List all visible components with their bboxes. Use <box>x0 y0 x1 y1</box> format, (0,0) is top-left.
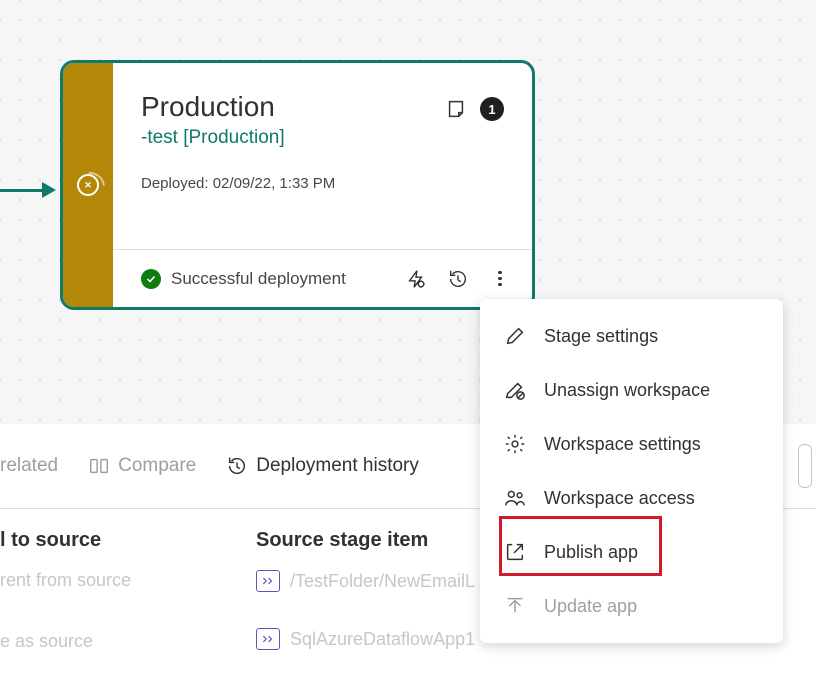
deployment-rules-button[interactable] <box>404 267 428 291</box>
people-icon <box>504 487 526 509</box>
workspace-name[interactable]: -test [Production] <box>141 127 444 149</box>
upload-icon <box>504 595 526 617</box>
source-item-name: /TestFolder/NewEmailL <box>290 571 475 592</box>
compare-row: e as source <box>0 631 240 652</box>
menu-label: Workspace settings <box>544 434 701 455</box>
dataflow-icon <box>256 570 280 592</box>
stage-connector-arrow <box>0 184 58 196</box>
source-item-name: SqlAzureDataflowApp1 <box>290 629 475 650</box>
menu-item-stage-settings[interactable]: Stage settings <box>480 309 783 363</box>
pencil-icon <box>504 325 526 347</box>
stage-card-sidebar <box>63 63 113 307</box>
items-count-badge[interactable]: 1 <box>480 97 504 121</box>
compare-row: rent from source <box>0 570 240 591</box>
unassign-icon <box>504 379 526 401</box>
toolbar-deployment-history[interactable]: Deployment history <box>226 455 419 477</box>
column-header-left: l to source <box>0 529 240 552</box>
open-external-icon <box>504 541 526 563</box>
menu-label: Workspace access <box>544 488 695 509</box>
deployment-history-icon[interactable] <box>446 267 470 291</box>
toolbar-button-partial[interactable] <box>798 444 812 488</box>
menu-label: Publish app <box>544 542 638 563</box>
menu-item-workspace-access[interactable]: Workspace access <box>480 471 783 525</box>
success-icon <box>141 269 161 289</box>
menu-item-publish-app[interactable]: Publish app <box>480 525 783 579</box>
menu-item-unassign-workspace[interactable]: Unassign workspace <box>480 363 783 417</box>
dataflow-icon <box>256 628 280 650</box>
menu-label: Update app <box>544 596 637 617</box>
deployed-timestamp: Deployed: 02/09/22, 1:33 PM <box>113 149 532 192</box>
stage-card-production[interactable]: Production -test [Production] 1 Deployed… <box>60 60 535 310</box>
toolbar-compare: Compare <box>88 455 196 477</box>
note-icon[interactable] <box>444 97 468 121</box>
menu-label: Stage settings <box>544 326 658 347</box>
menu-item-workspace-settings[interactable]: Workspace settings <box>480 417 783 471</box>
menu-label: Unassign workspace <box>544 380 710 401</box>
more-options-button[interactable] <box>488 267 512 291</box>
menu-item-update-app: Update app <box>480 579 783 633</box>
gear-icon <box>504 433 526 455</box>
refresh-error-icon <box>77 174 99 196</box>
deployment-status: Successful deployment <box>171 269 346 289</box>
stage-context-menu: Stage settings Unassign workspace Worksp… <box>480 299 783 643</box>
toolbar-related: related <box>0 455 58 477</box>
stage-title: Production <box>141 91 444 123</box>
